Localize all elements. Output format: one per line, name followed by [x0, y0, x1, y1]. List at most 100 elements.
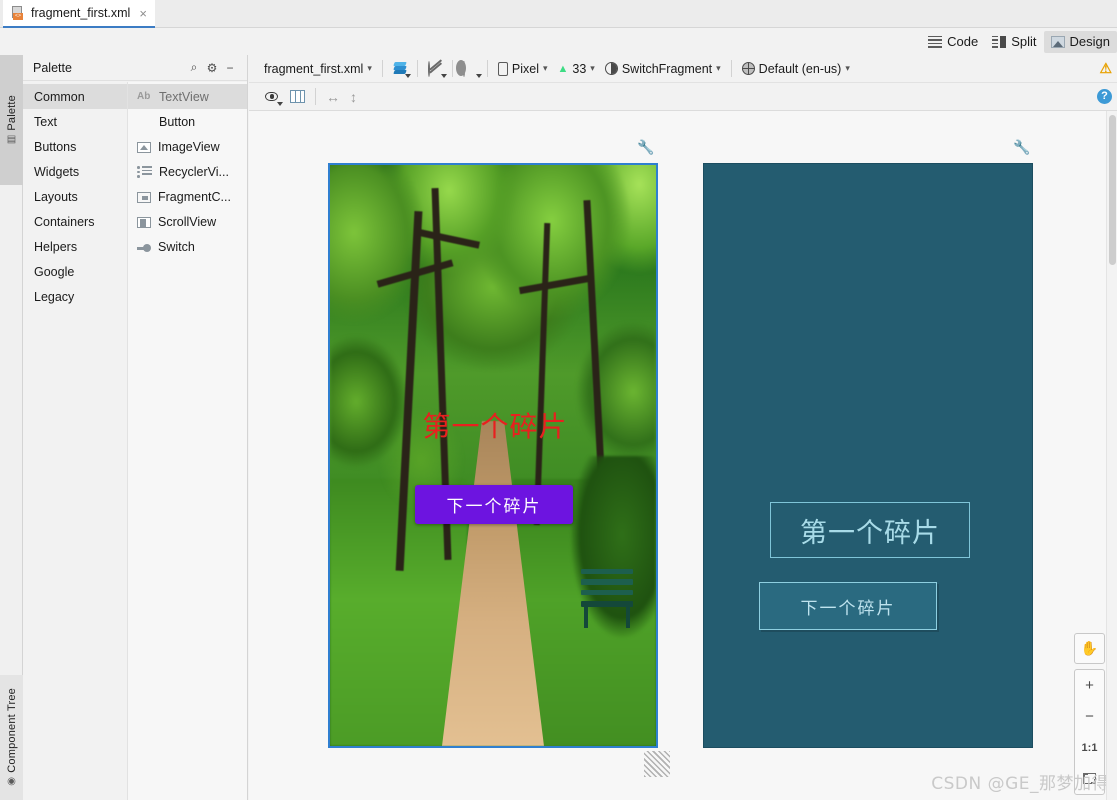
divider [315, 88, 316, 105]
search-icon[interactable]: ⌕ [185, 59, 203, 77]
palette-item-imageview[interactable]: ImageView [128, 134, 247, 159]
palette-category-containers[interactable]: Containers [23, 209, 127, 234]
blueprint-button[interactable]: 下一个碎片 [759, 582, 937, 630]
editor-tab-fragment-first[interactable]: <> fragment_first.xml × [3, 0, 155, 28]
preview-button[interactable]: 下一个碎片 [415, 485, 573, 524]
constraints-toggle-button[interactable] [423, 58, 447, 80]
zoom-in-button[interactable]: + [1075, 670, 1104, 701]
divider [730, 60, 732, 77]
palette-item-label: TextView [159, 89, 209, 104]
palette-item-label: ImageView [158, 139, 220, 154]
vertical-scrollbar[interactable] [1106, 111, 1117, 800]
palette-item-label: FragmentC... [158, 189, 231, 204]
theme-selector[interactable]: SwitchFragment ▾ [600, 58, 726, 80]
blueprint-preview[interactable]: 第一个碎片 下一个碎片 [703, 163, 1033, 748]
preview-resize-handle[interactable] [644, 751, 670, 777]
align-vertical-button[interactable]: ↕ [345, 86, 362, 108]
design-preview[interactable]: 第一个碎片 下一个碎片 [328, 163, 658, 748]
palette-category-buttons[interactable]: Buttons [23, 134, 127, 159]
chevron-down-icon: ▾ [367, 63, 372, 73]
no-constraints-icon [427, 60, 447, 78]
phone-icon [497, 61, 508, 76]
editor-tab-label: fragment_first.xml [31, 6, 131, 20]
tab-split-label: Split [1011, 34, 1037, 49]
palette-item-recyclerview[interactable]: RecyclerVi... [128, 159, 247, 184]
palette-item-label: Switch [158, 239, 195, 254]
hand-icon: ✋ [1080, 640, 1099, 656]
layout-file-label: fragment_first.xml [264, 61, 364, 76]
palette-item-switch[interactable]: Switch [128, 234, 247, 259]
layout-file-selector[interactable]: fragment_first.xml ▾ [259, 58, 377, 80]
tab-code[interactable]: Code [921, 31, 985, 53]
palette-item-label: Button [159, 114, 196, 129]
blueprint-textview[interactable]: 第一个碎片 [770, 502, 970, 558]
api-level-label: 33 [572, 61, 587, 76]
design-view-toolbar: ↔ ↕ ? [249, 83, 1117, 111]
background-image [330, 165, 656, 746]
code-lines-icon [928, 35, 943, 48]
divider [381, 60, 383, 77]
palette-category-common[interactable]: Common [23, 84, 127, 109]
palette-body: Common Text Buttons Widgets Layouts Cont… [23, 82, 247, 800]
palette-category-helpers[interactable]: Helpers [23, 234, 127, 259]
sidebar-item-component-tree[interactable]: Component Tree ◉ [0, 675, 23, 800]
scrollview-icon [137, 216, 151, 228]
wrench-icon[interactable] [637, 139, 654, 156]
design-surface[interactable]: 第一个碎片 下一个碎片 第一个碎片 下一个碎片 ✋ + − 1:1 CSDN @… [249, 111, 1117, 800]
zoom-out-button[interactable]: − [1075, 701, 1104, 732]
help-icon: ? [1097, 89, 1112, 104]
xml-layout-file-icon: <> [11, 6, 25, 20]
close-icon[interactable]: × [139, 6, 147, 21]
palette-category-google[interactable]: Google [23, 259, 127, 284]
render-mode-button[interactable] [458, 58, 482, 80]
tab-design[interactable]: Design [1043, 30, 1117, 53]
palette-panel: Palette ⌕ ⚙ − Common Text Buttons Widget… [23, 55, 248, 800]
design-toolbar: fragment_first.xml ▾ Pixel ▾ ▲ 33 ▾ Swit… [249, 55, 1117, 83]
layout-columns-button[interactable] [285, 86, 310, 108]
palette-item-textview[interactable]: Ab TextView [128, 84, 247, 109]
divider [451, 60, 453, 77]
api-level-selector[interactable]: ▲ 33 ▾ [553, 58, 600, 80]
scrollbar-thumb[interactable] [1109, 115, 1116, 265]
preview-textview[interactable]: 第一个碎片 [402, 405, 588, 445]
view-mode-button[interactable] [388, 58, 412, 80]
sidebar-item-palette[interactable]: Palette ▤ [0, 55, 23, 185]
wrench-icon[interactable] [1013, 139, 1030, 156]
gear-icon[interactable]: ⚙ [203, 59, 221, 77]
help-button[interactable]: ? [1092, 86, 1117, 108]
sidebar-item-component-tree-label: Component Tree [5, 687, 18, 773]
palette-item-scrollview[interactable]: ScrollView [128, 209, 247, 234]
palette-item-label: RecyclerVi... [159, 164, 229, 179]
warning-button[interactable]: ⚠ [1094, 58, 1117, 80]
warning-icon: ⚠ [1099, 60, 1112, 76]
locale-selector[interactable]: Default (en-us) ▾ [737, 58, 855, 80]
visibility-icon [264, 91, 283, 106]
textview-icon: Ab [137, 91, 151, 102]
align-horizontal-button[interactable]: ↔ [321, 86, 345, 108]
left-tool-strip: Palette ▤ Component Tree ◉ [0, 55, 23, 800]
tab-split[interactable]: Split [985, 31, 1043, 53]
device-selector[interactable]: Pixel ▾ [493, 58, 553, 80]
palette-category-list: Common Text Buttons Widgets Layouts Cont… [23, 82, 128, 800]
palette-header: Palette ⌕ ⚙ − [23, 55, 247, 81]
minimize-icon[interactable]: − [221, 59, 239, 77]
palette-item-label: ScrollView [158, 214, 217, 229]
palette-category-widgets[interactable]: Widgets [23, 159, 127, 184]
palette-category-legacy[interactable]: Legacy [23, 284, 127, 309]
editor-mode-bar: Code Split Design [921, 28, 1117, 55]
visibility-button[interactable] [259, 86, 285, 108]
zoom-actual-size-button[interactable]: 1:1 [1075, 732, 1104, 763]
component-tree-icon: ◉ [7, 776, 16, 788]
android-icon: ▲ [557, 62, 569, 75]
split-view-icon [992, 35, 1007, 48]
palette-title: Palette [33, 60, 72, 75]
palette-item-fragmentcontainer[interactable]: FragmentC... [128, 184, 247, 209]
vertical-arrow-icon: ↕ [350, 88, 357, 105]
layers-icon [393, 61, 411, 78]
palette-category-layouts[interactable]: Layouts [23, 184, 127, 209]
palette-category-text[interactable]: Text [23, 109, 127, 134]
palette-item-button[interactable]: Button [128, 109, 247, 134]
palette-item-list: Ab TextView Button ImageView RecyclerVi.… [128, 82, 247, 800]
pan-hand-button[interactable]: ✋ [1074, 633, 1105, 664]
divider [416, 60, 418, 77]
